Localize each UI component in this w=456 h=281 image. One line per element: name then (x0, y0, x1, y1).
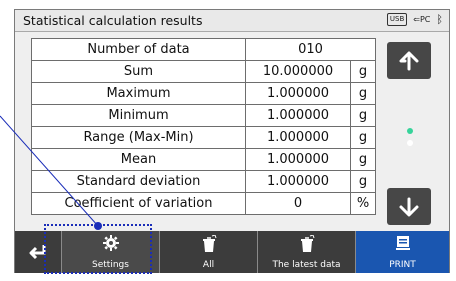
callout-dot (94, 222, 102, 230)
callout-line (0, 115, 99, 227)
callout-pointer-line (0, 115, 102, 230)
